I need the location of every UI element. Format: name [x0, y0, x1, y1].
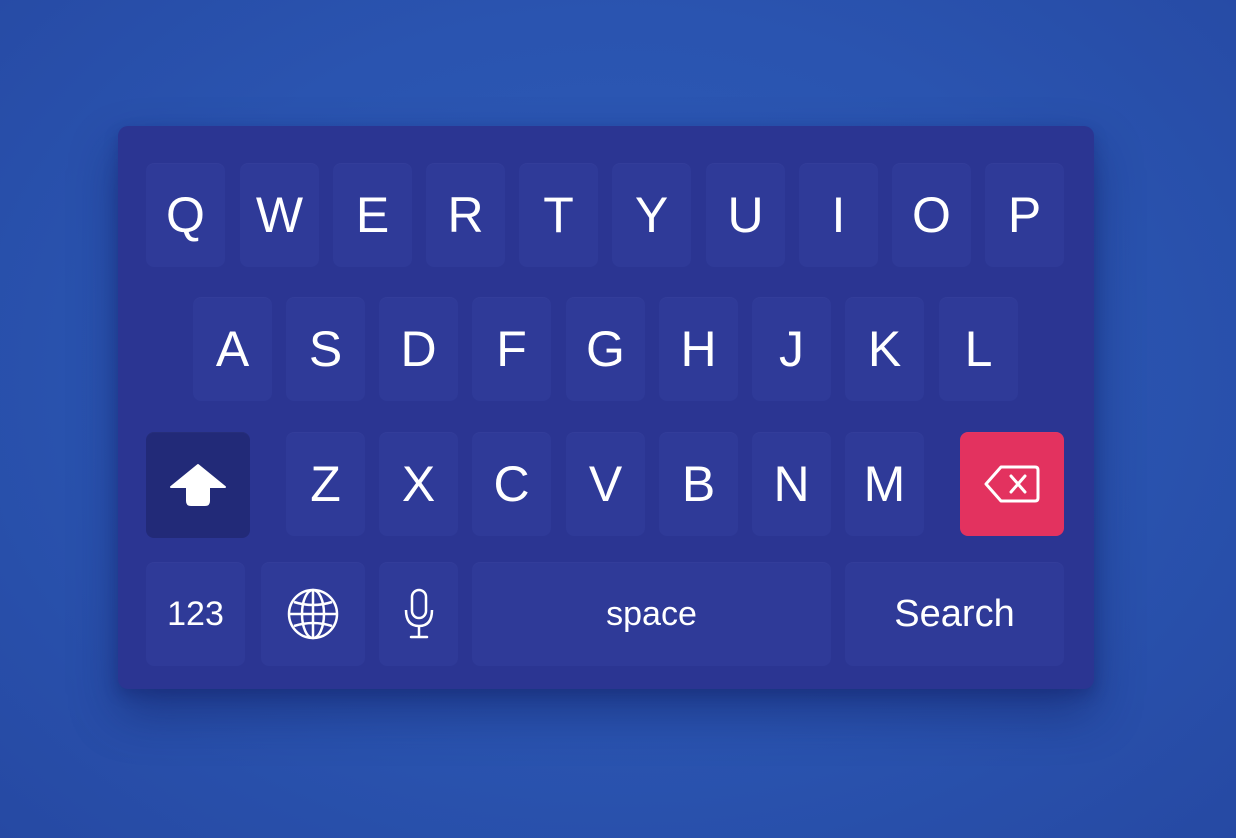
key-h[interactable]: H [659, 297, 738, 401]
key-e[interactable]: E [333, 163, 412, 267]
key-v[interactable]: V [566, 432, 645, 536]
key-l[interactable]: L [939, 297, 1018, 401]
key-p[interactable]: P [985, 163, 1064, 267]
key-u[interactable]: U [706, 163, 785, 267]
key-g[interactable]: G [566, 297, 645, 401]
backspace-icon [983, 464, 1041, 504]
shift-key[interactable] [146, 432, 250, 538]
key-o[interactable]: O [892, 163, 971, 267]
key-f[interactable]: F [472, 297, 551, 401]
key-x[interactable]: X [379, 432, 458, 536]
key-t[interactable]: T [519, 163, 598, 267]
key-a[interactable]: A [193, 297, 272, 401]
key-c[interactable]: C [472, 432, 551, 536]
microphone-key[interactable] [379, 562, 458, 666]
microphone-icon [403, 588, 435, 640]
key-i[interactable]: I [799, 163, 878, 267]
key-m[interactable]: M [845, 432, 924, 536]
space-key[interactable]: space [472, 562, 831, 666]
key-d[interactable]: D [379, 297, 458, 401]
search-key[interactable]: Search [845, 562, 1064, 666]
key-q[interactable]: Q [146, 163, 225, 267]
key-k[interactable]: K [845, 297, 924, 401]
shift-arrow-icon [169, 463, 227, 507]
backspace-key[interactable] [960, 432, 1064, 536]
key-r[interactable]: R [426, 163, 505, 267]
key-z[interactable]: Z [286, 432, 365, 536]
key-s[interactable]: S [286, 297, 365, 401]
key-y[interactable]: Y [612, 163, 691, 267]
key-j[interactable]: J [752, 297, 831, 401]
key-n[interactable]: N [752, 432, 831, 536]
globe-key[interactable] [261, 562, 365, 666]
keyboard: Q W E R T Y U I O P A S D F G H J K L Z … [118, 126, 1094, 689]
key-b[interactable]: B [659, 432, 738, 536]
key-w[interactable]: W [240, 163, 319, 267]
numbers-key[interactable]: 123 [146, 562, 245, 666]
globe-icon [287, 588, 339, 640]
